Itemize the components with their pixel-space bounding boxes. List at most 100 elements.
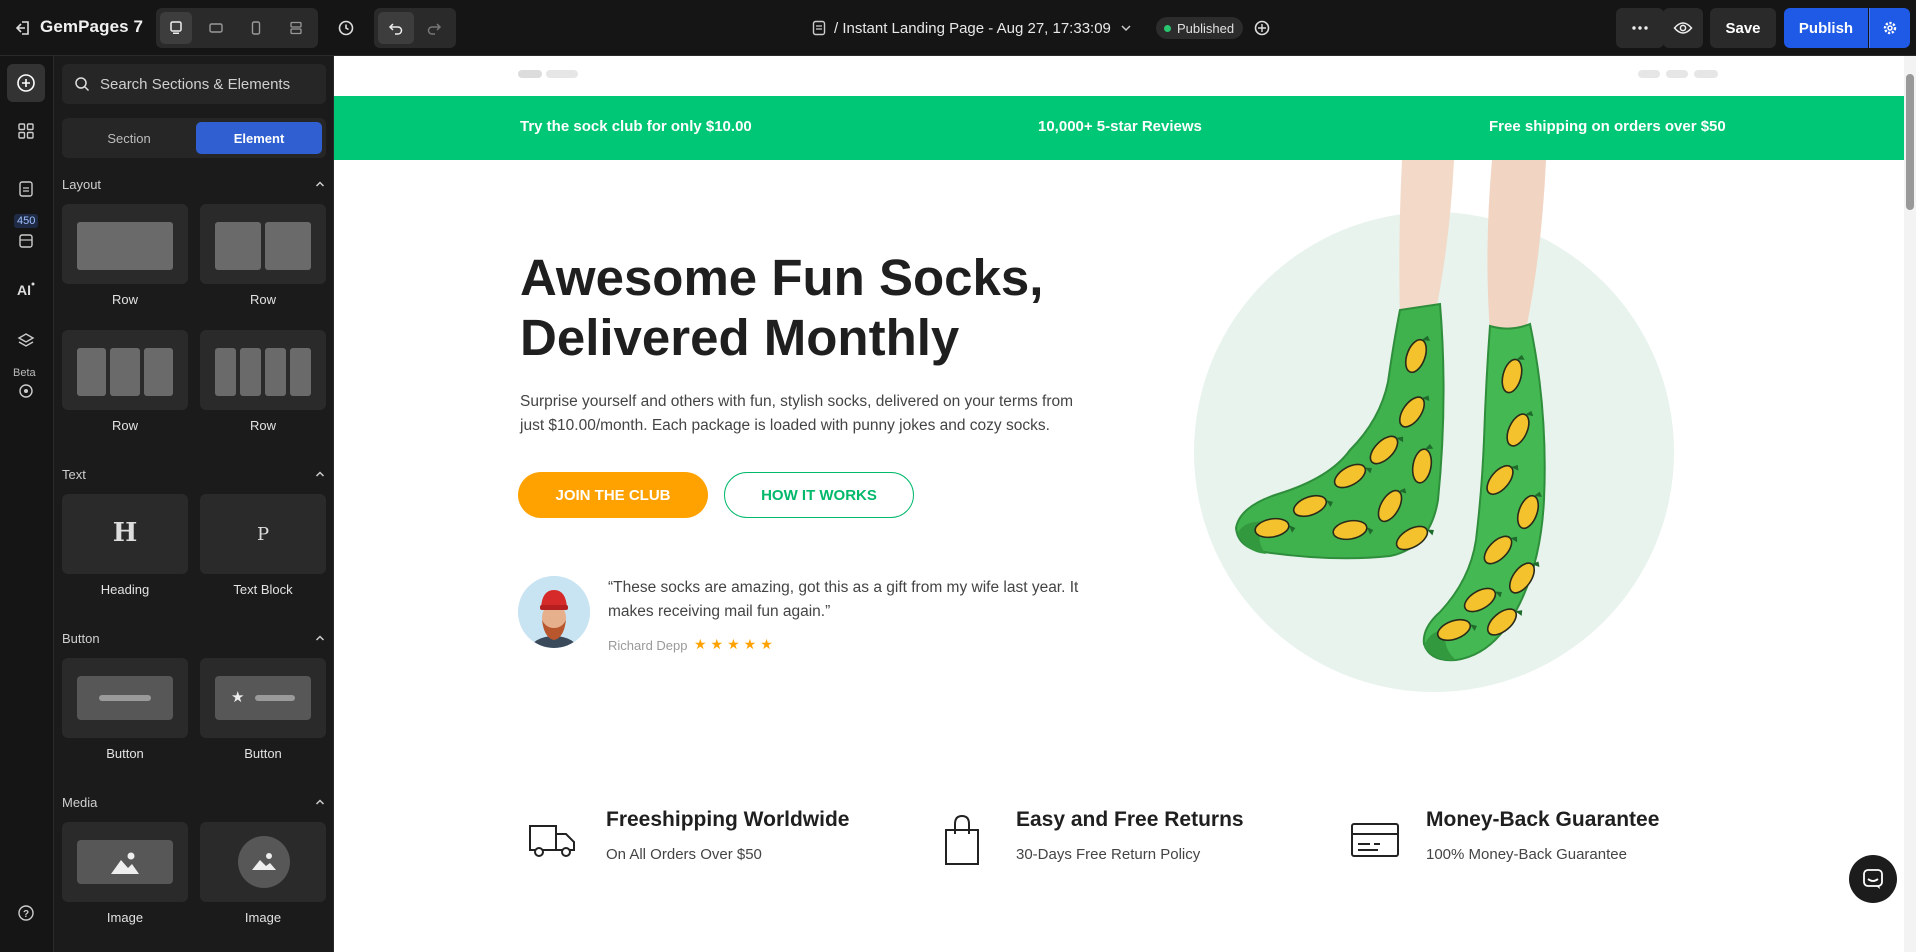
hero-heading-line2: Delivered Monthly: [520, 309, 960, 366]
device-switcher: [156, 8, 318, 48]
row-preview-icon: [144, 348, 173, 396]
desktop-view-icon[interactable]: [160, 12, 192, 44]
row-preview-icon: [290, 348, 311, 396]
exit-editor-icon[interactable]: [14, 16, 34, 40]
element-card-label: Image: [106, 910, 144, 925]
sections-library-icon[interactable]: [7, 222, 45, 260]
category-media-header[interactable]: Media: [62, 792, 326, 812]
redo-icon[interactable]: [416, 12, 452, 44]
row-preview-icon: [240, 348, 261, 396]
reviewer-name: Richard Depp: [608, 638, 688, 653]
element-card-text-block[interactable]: P: [200, 494, 326, 574]
how-it-works-button[interactable]: HOW IT WORKS: [724, 472, 914, 518]
tab-section[interactable]: Section: [66, 122, 192, 154]
left-rail: 450 AI Beta ?: [0, 56, 54, 952]
tab-element[interactable]: Element: [196, 122, 322, 154]
element-card-image[interactable]: [62, 822, 188, 902]
element-card-label: Button: [106, 746, 144, 761]
search-input[interactable]: [100, 75, 320, 93]
button-preview-icon: [77, 676, 173, 720]
element-card-heading[interactable]: H: [62, 494, 188, 574]
ai-icon[interactable]: AI: [7, 270, 45, 308]
more-options-icon[interactable]: [1616, 8, 1664, 48]
mobile-view-icon[interactable]: [240, 12, 272, 44]
publish-settings-gear-icon[interactable]: [1869, 8, 1910, 48]
app-logo[interactable]: GemPages 7: [40, 17, 143, 37]
chat-support-icon[interactable]: [1849, 855, 1897, 903]
preview-eye-icon[interactable]: [1663, 8, 1703, 48]
element-card-button[interactable]: [62, 658, 188, 738]
laptop-view-icon[interactable]: [200, 12, 232, 44]
custom-view-icon[interactable]: [280, 12, 312, 44]
hero-heading[interactable]: Awesome Fun Socks, Delivered Monthly: [520, 248, 1120, 368]
hero-socks-image[interactable]: [1154, 160, 1614, 720]
element-card-image-circle[interactable]: [200, 822, 326, 902]
announcement-left: Try the sock club for only $10.00: [520, 118, 752, 135]
header-placeholder: [1666, 70, 1688, 78]
chevron-up-icon: [315, 635, 325, 641]
feature-title[interactable]: Easy and Free Returns: [1016, 808, 1244, 832]
add-element-icon[interactable]: [7, 64, 45, 102]
circle-image-preview-icon: [238, 836, 290, 888]
apps-icon[interactable]: [7, 112, 45, 150]
feature-subtitle: 100% Money-Back Guarantee: [1426, 846, 1627, 863]
header-placeholder: [1694, 70, 1718, 78]
page-icon: [812, 20, 826, 36]
credit-card-icon: [1351, 823, 1399, 857]
feature-title[interactable]: Money-Back Guarantee: [1426, 808, 1659, 832]
element-card-row-2col[interactable]: [200, 204, 326, 284]
section-element-tabs: Section Element: [62, 118, 326, 158]
help-icon[interactable]: ?: [7, 894, 45, 932]
save-button[interactable]: Save: [1710, 8, 1776, 48]
hero-description[interactable]: Surprise yourself and others with fun, s…: [520, 390, 1100, 438]
announcement-bar[interactable]: Try the sock club for only $10.00 10,000…: [334, 96, 1904, 160]
layers-icon[interactable]: [7, 322, 45, 360]
heading-glyph-icon: H: [112, 518, 138, 548]
canvas-scrollbar[interactable]: [1904, 56, 1916, 952]
element-card-label: Row: [111, 418, 138, 433]
status-badge: Published: [1156, 17, 1244, 39]
row-preview-icon: [110, 348, 140, 396]
publish-button[interactable]: Publish: [1784, 8, 1868, 48]
elements-panel: Section Element Layout Row Row Row: [54, 56, 334, 952]
chevron-down-icon: [1121, 25, 1131, 32]
category-title: Media: [62, 794, 98, 810]
testimonial-quote[interactable]: “These socks are amazing, got this as a …: [608, 576, 1128, 624]
sync-icon[interactable]: [1250, 16, 1274, 40]
icon-button-preview-icon: ★: [215, 676, 311, 720]
element-card-label: Image: [244, 910, 282, 925]
category-text-header[interactable]: Text: [62, 464, 326, 484]
element-card-icon-button[interactable]: ★: [200, 658, 326, 738]
chevron-up-icon: [315, 181, 325, 187]
element-card-row-1col[interactable]: [62, 204, 188, 284]
undo-redo-group: [374, 8, 456, 48]
pages-icon[interactable]: [7, 170, 45, 208]
category-title: Button: [62, 630, 100, 646]
page-title-text: / Instant Landing Page - Aug 27, 17:33:0…: [834, 19, 1111, 37]
row-preview-icon: [215, 222, 261, 270]
search-icon: [75, 77, 90, 92]
row-preview-icon: [77, 348, 106, 396]
page-canvas[interactable]: Try the sock club for only $10.00 10,000…: [334, 56, 1904, 952]
row-preview-icon: [265, 222, 311, 270]
scrollbar-thumb[interactable]: [1906, 74, 1914, 210]
history-icon[interactable]: [330, 12, 362, 44]
join-the-club-button[interactable]: JOIN THE CLUB: [518, 472, 708, 518]
feature-title[interactable]: Freeshipping Worldwide: [606, 808, 849, 832]
page-title-selector[interactable]: / Instant Landing Page - Aug 27, 17:33:0…: [812, 16, 1133, 40]
svg-text:AI: AI: [17, 282, 31, 298]
reviewer-avatar[interactable]: [518, 576, 590, 648]
element-card-label: Button: [244, 746, 282, 761]
gempages-editor: GemPages 7 / Instant Landing Page - Aug …: [0, 0, 1916, 952]
status-dot: [1164, 24, 1171, 32]
element-card-label: Text Block: [233, 582, 293, 597]
undo-icon[interactable]: [378, 12, 414, 44]
element-card-row-3col[interactable]: [62, 330, 188, 410]
element-card-row-4col[interactable]: [200, 330, 326, 410]
feature-subtitle: On All Orders Over $50: [606, 846, 762, 863]
category-layout-header[interactable]: Layout: [62, 174, 326, 194]
announcement-right: Free shipping on orders over $50: [1489, 118, 1726, 135]
category-button-header[interactable]: Button: [62, 628, 326, 648]
theme-settings-icon[interactable]: [7, 372, 45, 410]
svg-text:?: ?: [23, 909, 29, 920]
